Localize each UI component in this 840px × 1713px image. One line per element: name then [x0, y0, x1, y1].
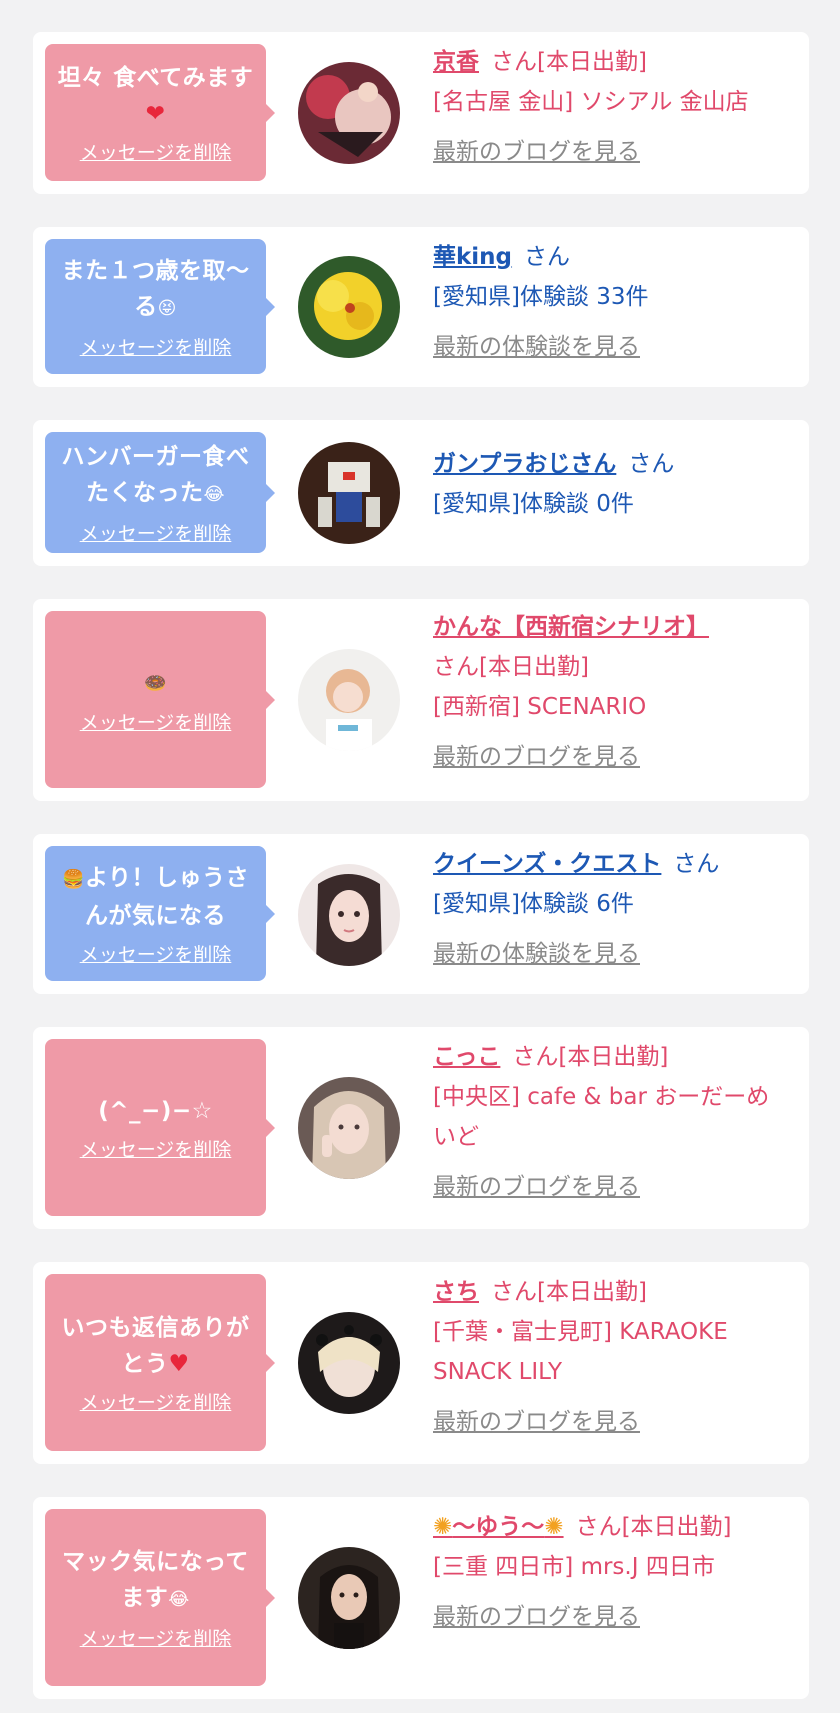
message-card: いつも返信ありがとう♥ メッセージを削除 さち さん[本日出勤] [千葉・富士見町… [33, 1262, 809, 1464]
user-name-link[interactable]: クイーンズ・クエスト [433, 851, 661, 877]
message-text: マック気になってます😂 [62, 1548, 249, 1611]
user-name-link[interactable]: こっこ [433, 1044, 500, 1070]
user-info: クイーンズ・クエスト さん [愛知県]体験談 6件 最新の体験談を見る [433, 844, 783, 974]
message-card: (^_−)−☆ メッセージを削除 こっこ さん[本日出勤] [中央区] cafe … [33, 1027, 809, 1229]
laughing-face-icon: 😂 [203, 483, 226, 505]
delete-message-link[interactable]: メッセージを削除 [80, 1137, 232, 1163]
user-info: ✺〜ゆう〜✺ さん[本日出勤] [三重 四日市] mrs.J 四日市 最新のブログ… [433, 1507, 783, 1637]
user-name-link[interactable]: さち [433, 1279, 479, 1305]
user-suffix: さん[本日出勤] [491, 49, 647, 75]
avatar[interactable] [298, 62, 400, 164]
message-bubble: マック気になってます😂 メッセージを削除 [45, 1509, 275, 1686]
delete-message-link[interactable]: メッセージを削除 [80, 335, 232, 361]
avatar[interactable] [298, 864, 400, 966]
user-info: 華king さん [愛知県]体験談 33件 最新の体験談を見る [433, 237, 783, 367]
user-location: [西新宿] SCENARIO [433, 694, 647, 720]
delete-message-link[interactable]: メッセージを削除 [80, 1626, 232, 1652]
delete-message-link[interactable]: メッセージを削除 [80, 140, 232, 166]
avatar[interactable] [298, 1077, 400, 1179]
message-bubble: 坦々 食べてみます ❤ メッセージを削除 [45, 44, 275, 181]
user-name-link[interactable]: かんな【西新宿シナリオ】 [433, 614, 709, 640]
message-card: 坦々 食べてみます ❤ メッセージを削除 京香 さん[本日出勤] [名古屋 金山]… [33, 32, 809, 194]
avatar[interactable] [298, 1312, 400, 1414]
message-bubble: 🍩 メッセージを削除 [45, 611, 275, 788]
message-text: 坦々 食べてみます ❤ [57, 64, 254, 127]
message-text: 🍔より！しゅうさんが気になる [62, 864, 249, 929]
user-info: 京香 さん[本日出勤] [名古屋 金山] ソシアル 金山店 最新のブログを見る [433, 42, 783, 172]
user-info: こっこ さん[本日出勤] [中央区] cafe & bar おーだーめいど 最新の… [433, 1037, 783, 1207]
message-text: ハンバーガー食べたくなった😂 [61, 443, 250, 506]
user-location: [愛知県]体験談 6件 [433, 891, 634, 917]
delete-message-link[interactable]: メッセージを削除 [80, 710, 232, 736]
message-card: 🍩 メッセージを削除 かんな【西新宿シナリオ】 さん[本日出勤] [西新宿] S… [33, 599, 809, 801]
message-text: また１つ歳を取〜る😝 [61, 257, 250, 320]
user-suffix: さん [628, 451, 675, 477]
avatar[interactable] [298, 256, 400, 358]
avatar[interactable] [298, 1547, 400, 1649]
user-location: [三重 四日市] mrs.J 四日市 [433, 1554, 715, 1580]
latest-blog-link[interactable]: 最新のブログを見る [433, 737, 640, 777]
message-card: また１つ歳を取〜る😝 メッセージを削除 華king さん [愛知県]体験談 33件… [33, 227, 809, 387]
user-name-link[interactable]: ガンプラおじさん [433, 451, 616, 477]
user-name-link[interactable]: 京香 [433, 49, 479, 75]
user-name-link[interactable]: ✺〜ゆう〜✺ [433, 1514, 564, 1540]
donut-icon: 🍩 [144, 672, 167, 694]
user-location: [中央区] cafe & bar おーだーめいど [433, 1084, 770, 1150]
heart-icon: ♥ [168, 1350, 190, 1377]
user-suffix: さん[本日出勤] [575, 1514, 732, 1540]
avatar[interactable] [298, 442, 400, 544]
message-text: いつも返信ありがとう♥ [61, 1314, 250, 1377]
user-location: [名古屋 金山] ソシアル 金山店 [433, 89, 749, 115]
user-info: かんな【西新宿シナリオ】 さん[本日出勤] [西新宿] SCENARIO 最新の… [433, 607, 783, 777]
grinning-face-icon: 😝 [157, 297, 177, 319]
user-location: [愛知県]体験談 0件 [433, 491, 634, 517]
user-suffix: さん[本日出勤] [433, 654, 589, 680]
latest-review-link[interactable]: 最新の体験談を見る [433, 934, 640, 974]
user-info: ガンプラおじさん さん [愛知県]体験談 0件 [433, 444, 783, 524]
latest-blog-link[interactable]: 最新のブログを見る [433, 1597, 640, 1637]
avatar[interactable] [298, 649, 400, 751]
flower-icon: ✺ [433, 1514, 453, 1540]
message-bubble: ハンバーガー食べたくなった😂 メッセージを削除 [45, 432, 275, 553]
message-bubble: 🍔より！しゅうさんが気になる メッセージを削除 [45, 846, 275, 981]
message-card: マック気になってます😂 メッセージを削除 ✺〜ゆう〜✺ さん[本日出勤] [三重 … [33, 1497, 809, 1699]
message-text: (^_−)−☆ [98, 1097, 213, 1124]
delete-message-link[interactable]: メッセージを削除 [80, 942, 232, 968]
message-bubble: (^_−)−☆ メッセージを削除 [45, 1039, 275, 1216]
user-name-link[interactable]: 華king [433, 244, 512, 270]
delete-message-link[interactable]: メッセージを削除 [80, 521, 232, 547]
user-location: [愛知県]体験談 33件 [433, 284, 649, 310]
user-suffix: さん[本日出勤] [491, 1279, 647, 1305]
latest-review-link[interactable]: 最新の体験談を見る [433, 327, 640, 367]
user-location: [千葉・富士見町] KARAOKE SNACK LILY [433, 1319, 728, 1385]
latest-blog-link[interactable]: 最新のブログを見る [433, 1167, 640, 1207]
user-suffix: さん [524, 244, 571, 270]
flower-icon: ✺ [544, 1514, 564, 1540]
latest-blog-link[interactable]: 最新のブログを見る [433, 132, 640, 172]
laughing-face-icon: 😂 [168, 1588, 190, 1610]
delete-message-link[interactable]: メッセージを削除 [80, 1390, 232, 1416]
user-suffix: さん[本日出勤] [512, 1044, 669, 1070]
hamburger-icon: 🍔 [62, 868, 85, 890]
message-card: 🍔より！しゅうさんが気になる メッセージを削除 クイーンズ・クエスト さん [愛知… [33, 834, 809, 994]
user-info: さち さん[本日出勤] [千葉・富士見町] KARAOKE SNACK LILY … [433, 1272, 783, 1442]
heart-icon: ❤ [145, 100, 166, 127]
message-text: 🍩 [144, 664, 167, 702]
message-bubble: いつも返信ありがとう♥ メッセージを削除 [45, 1274, 275, 1451]
user-suffix: さん [673, 851, 720, 877]
message-card: ハンバーガー食べたくなった😂 メッセージを削除 ガンプラおじさん さん [愛知県]… [33, 420, 809, 566]
message-bubble: また１つ歳を取〜る😝 メッセージを削除 [45, 239, 275, 374]
latest-blog-link[interactable]: 最新のブログを見る [433, 1402, 640, 1442]
